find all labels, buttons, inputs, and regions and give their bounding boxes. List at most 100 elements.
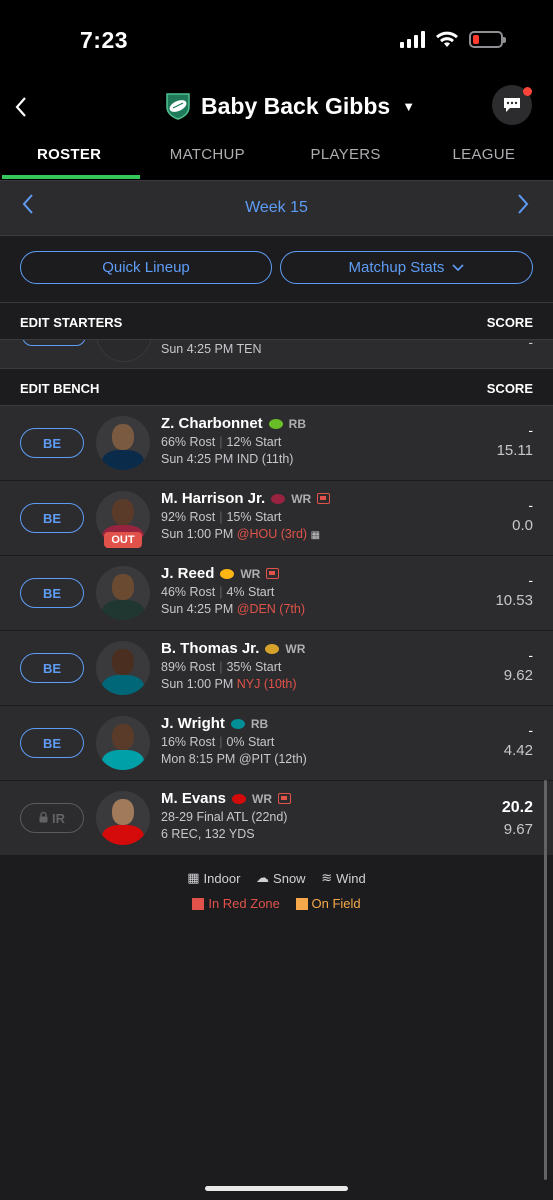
actual-score: - bbox=[528, 497, 533, 513]
field-legend: In Red Zone On Field bbox=[0, 896, 553, 913]
tab-roster[interactable]: ROSTER bbox=[0, 135, 138, 180]
projected-score: 0.0 bbox=[512, 517, 533, 534]
team-logo-icon bbox=[268, 418, 283, 429]
projected-score: 15.11 bbox=[496, 442, 533, 459]
rostered-pct: 66% Rost bbox=[161, 435, 216, 449]
slot-button[interactable]: BE bbox=[20, 653, 84, 683]
edit-starters-title[interactable]: EDIT STARTERS bbox=[20, 315, 122, 330]
started-pct: 35% Start bbox=[226, 660, 282, 674]
slot-pill-partial[interactable] bbox=[22, 340, 86, 346]
game-info: Sun 4:25 PM IND (11th) bbox=[161, 452, 294, 466]
game-time: Sun 1:00 PM bbox=[161, 677, 234, 691]
quick-lineup-label: Quick Lineup bbox=[102, 259, 190, 276]
battery-icon bbox=[469, 30, 506, 48]
chat-button[interactable] bbox=[492, 85, 532, 125]
team-logo-icon bbox=[166, 93, 190, 120]
legend-on-field: On Field bbox=[311, 896, 361, 911]
game-info: Mon 8:15 PM @PIT (12th) bbox=[161, 752, 307, 766]
started-pct: 0% Start bbox=[226, 735, 275, 749]
indoor-icon: ▦ bbox=[187, 870, 200, 885]
player-row[interactable]: BE J. Wright RB 16% Rost | 0% Start Mon 8:… bbox=[0, 706, 553, 781]
week-label: Week 15 bbox=[245, 199, 308, 216]
bench-score-label: SCORE bbox=[486, 381, 533, 396]
red-zone-swatch bbox=[192, 897, 205, 910]
home-indicator[interactable] bbox=[205, 1186, 348, 1191]
started-pct: 4% Start bbox=[226, 585, 275, 599]
player-avatar-partial bbox=[96, 340, 152, 362]
projected-score: 9.62 bbox=[503, 667, 533, 684]
game-info-partial: Sun 4:25 PM TEN bbox=[161, 342, 262, 356]
player-name[interactable]: M. Harrison Jr. bbox=[161, 490, 265, 507]
projected-score: 9.67 bbox=[503, 821, 533, 838]
matchup-stats-button[interactable]: Matchup Stats bbox=[280, 251, 533, 284]
tab-matchup[interactable]: MATCHUP bbox=[138, 135, 276, 180]
player-row[interactable]: BE OUT M. Harrison Jr. WR 92% Rost | 15% S… bbox=[0, 481, 553, 556]
player-name[interactable]: M. Evans bbox=[161, 790, 226, 807]
player-row[interactable]: BE J. Reed WR 46% Rost | 4% Start Sun 4:25… bbox=[0, 556, 553, 631]
rostered-pct: 92% Rost bbox=[161, 510, 216, 524]
player-row[interactable]: BE Z. Charbonnet RB 66% Rost | 12% Start S… bbox=[0, 406, 553, 481]
back-chevron-icon[interactable] bbox=[14, 94, 28, 125]
bench-header: EDIT BENCH SCORE bbox=[0, 368, 553, 406]
player-avatar[interactable] bbox=[96, 566, 150, 620]
tab-bar: ROSTER MATCHUP PLAYERS LEAGUE bbox=[0, 135, 553, 180]
slot-button-disabled: IR bbox=[20, 803, 84, 833]
player-avatar[interactable] bbox=[96, 416, 150, 470]
team-name: Baby Back Gibbs bbox=[201, 92, 391, 119]
player-name[interactable]: J. Reed bbox=[161, 565, 214, 582]
player-position: WR bbox=[252, 791, 273, 806]
scrollbar[interactable] bbox=[544, 780, 547, 1180]
news-flag-icon[interactable] bbox=[266, 568, 280, 579]
projected-score: 4.42 bbox=[503, 742, 533, 759]
edit-bench-title[interactable]: EDIT BENCH bbox=[20, 381, 99, 396]
projected-score: 10.53 bbox=[495, 592, 533, 609]
score-partial: - bbox=[528, 340, 533, 350]
notification-dot bbox=[523, 87, 532, 96]
opponent: @DEN (7th) bbox=[236, 602, 306, 616]
player-name[interactable]: Z. Charbonnet bbox=[161, 415, 263, 432]
lock-icon bbox=[39, 811, 48, 826]
wind-icon: ≋ bbox=[321, 870, 333, 885]
active-tab-indicator bbox=[2, 175, 140, 179]
weather-legend: ▦ Indoor ☁ Snow ≋ Wind bbox=[0, 870, 553, 886]
player-avatar[interactable] bbox=[96, 641, 150, 695]
opponent: @HOU (3rd) bbox=[236, 527, 308, 541]
starters-score-label: SCORE bbox=[486, 315, 533, 330]
actual-score: - bbox=[528, 722, 533, 738]
matchup-stats-label: Matchup Stats bbox=[348, 259, 445, 276]
tab-players[interactable]: PLAYERS bbox=[277, 135, 415, 180]
player-row[interactable]: BE B. Thomas Jr. WR 89% Rost | 35% Start S… bbox=[0, 631, 553, 706]
week-selector: Week 15 bbox=[0, 180, 553, 236]
player-name[interactable]: J. Wright bbox=[161, 715, 225, 732]
player-avatar[interactable] bbox=[96, 716, 150, 770]
chevron-down-icon bbox=[452, 259, 465, 276]
quick-lineup-button[interactable]: Quick Lineup bbox=[20, 251, 272, 284]
player-position: WR bbox=[240, 566, 261, 581]
slot-button[interactable]: BE bbox=[20, 728, 84, 758]
started-pct: 12% Start bbox=[226, 435, 282, 449]
slot-button[interactable]: BE bbox=[20, 578, 84, 608]
slot-button[interactable]: BE bbox=[20, 428, 84, 458]
tab-league[interactable]: LEAGUE bbox=[415, 135, 553, 180]
game-time: Sun 4:25 PM bbox=[161, 602, 234, 616]
actual-score: - bbox=[528, 572, 533, 588]
cellular-signal-icon bbox=[400, 30, 425, 48]
rostered-pct: 46% Rost bbox=[161, 585, 216, 599]
news-flag-icon[interactable] bbox=[317, 493, 331, 504]
legend-wind: Wind bbox=[336, 870, 366, 886]
player-name[interactable]: B. Thomas Jr. bbox=[161, 640, 259, 657]
opponent: NYJ (10th) bbox=[236, 677, 297, 691]
news-flag-icon[interactable] bbox=[278, 793, 292, 804]
wifi-icon bbox=[436, 31, 458, 47]
player-avatar[interactable] bbox=[96, 791, 150, 845]
next-week-chevron-icon[interactable] bbox=[517, 193, 529, 222]
player-row[interactable]: IR M. Evans WR 28-29 Final ATL (22nd) 6 … bbox=[0, 781, 553, 856]
rostered-pct: 16% Rost bbox=[161, 735, 216, 749]
app-header: Baby Back Gibbs ▼ ROSTER MATCHUP PLAYERS… bbox=[0, 80, 553, 180]
slot-button[interactable]: BE bbox=[20, 503, 84, 533]
dropdown-caret-icon: ▼ bbox=[402, 98, 416, 114]
team-selector[interactable]: Baby Back Gibbs ▼ bbox=[163, 91, 415, 121]
actual-score: 20.2 bbox=[501, 799, 533, 816]
started-pct: 15% Start bbox=[226, 510, 282, 524]
status-badge: OUT bbox=[104, 532, 142, 548]
